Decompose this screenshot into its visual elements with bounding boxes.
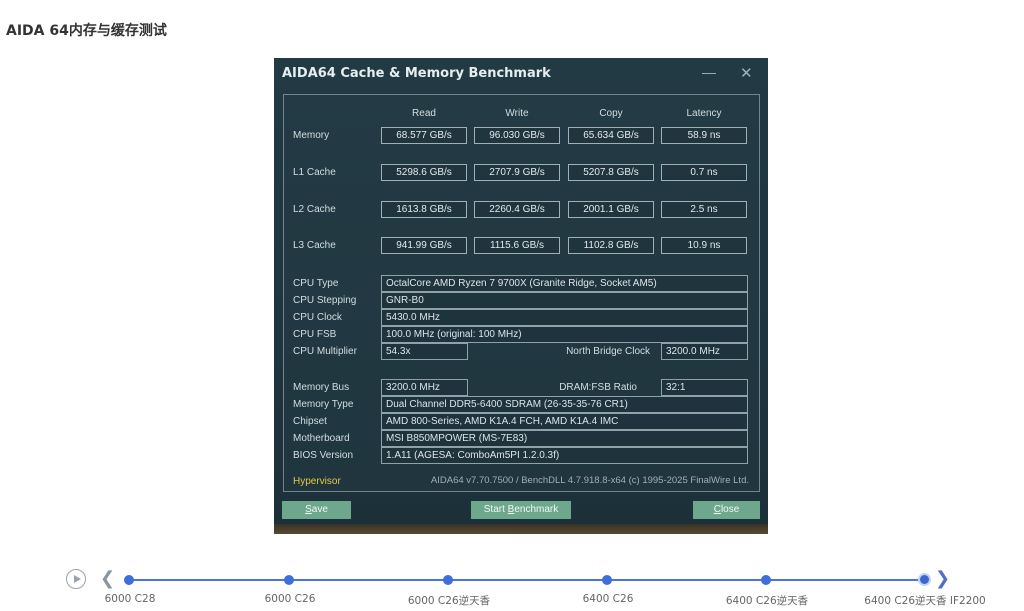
dram-fsb-ratio-label: DRAM:FSB Ratio — [559, 382, 637, 393]
memory-type-value: Dual Channel DDR5-6400 SDRAM (26-35-35-7… — [381, 396, 748, 413]
timeline-track — [128, 579, 926, 581]
row-label-l2-cache: L2 Cache — [293, 204, 336, 215]
chipset-label: Chipset — [293, 416, 327, 427]
timeline-label-3[interactable]: 6000 C26逆天香 — [408, 593, 490, 608]
l2-read-value: 1613.8 GB/s — [381, 201, 467, 218]
cpu-clock-label: CPU Clock — [293, 312, 342, 323]
memory-latency-value: 58.9 ns — [661, 127, 747, 144]
bios-version-label: BIOS Version — [293, 450, 354, 461]
timeline-label-4[interactable]: 6400 C26 — [583, 593, 634, 605]
start-label-prefix: Start — [483, 504, 508, 515]
timeline-dot-1[interactable] — [124, 575, 134, 585]
memory-write-value: 96.030 GB/s — [474, 127, 560, 144]
cpu-fsb-label: CPU FSB — [293, 329, 337, 340]
cpu-multiplier-label: CPU Multiplier — [293, 346, 357, 357]
memory-bus-value: 3200.0 MHz — [381, 379, 468, 396]
start-benchmark-button[interactable]: Start Benchmark — [471, 501, 571, 519]
hypervisor-label: Hypervisor — [293, 476, 341, 487]
l3-copy-value: 1102.8 GB/s — [568, 237, 654, 254]
column-header-write: Write — [505, 108, 529, 119]
close-mnemonic: C — [713, 504, 721, 515]
timeline-dot-5[interactable] — [761, 575, 771, 585]
window-title: AIDA64 Cache & Memory Benchmark — [282, 66, 551, 81]
close-button[interactable]: Close — [693, 501, 760, 519]
chevron-left-icon[interactable]: ❮ — [100, 568, 115, 589]
motherboard-value: MSI B850MPOWER (MS-7E83) — [381, 430, 748, 447]
version-copyright-text: AIDA64 v7.70.7500 / BenchDLL 4.7.918.8-x… — [430, 475, 749, 486]
save-label-rest: ave — [311, 504, 328, 515]
memory-bus-label: Memory Bus — [293, 382, 350, 393]
row-label-l1-cache: L1 Cache — [293, 167, 336, 178]
cpu-clock-value: 5430.0 MHz — [381, 309, 748, 326]
timeline-dot-6[interactable] — [918, 573, 931, 586]
timeline-dot-3[interactable] — [443, 575, 453, 585]
l1-write-value: 2707.9 GB/s — [474, 164, 560, 181]
timeline-label-5[interactable]: 6400 C26逆天香 — [726, 593, 808, 608]
l3-read-value: 941.99 GB/s — [381, 237, 467, 254]
cpu-stepping-value: GNR-B0 — [381, 292, 748, 309]
memory-copy-value: 65.634 GB/s — [568, 127, 654, 144]
cpu-multiplier-value: 54.3x — [381, 343, 468, 360]
l3-latency-value: 10.9 ns — [661, 237, 747, 254]
cpu-stepping-label: CPU Stepping — [293, 295, 357, 306]
l1-copy-value: 5207.8 GB/s — [568, 164, 654, 181]
row-label-memory: Memory — [293, 130, 330, 141]
memory-read-value: 68.577 GB/s — [381, 127, 467, 144]
bios-version-value: 1.A11 (AGESA: ComboAm5PI 1.2.0.3f) — [381, 447, 748, 464]
play-icon[interactable] — [66, 569, 86, 589]
l2-latency-value: 2.5 ns — [661, 201, 747, 218]
chevron-right-icon[interactable]: ❯ — [935, 568, 950, 589]
cpu-type-label: CPU Type — [293, 278, 339, 289]
north-bridge-clock-value: 3200.0 MHz — [661, 343, 748, 360]
column-header-latency: Latency — [686, 108, 722, 119]
motherboard-label: Motherboard — [293, 433, 350, 444]
row-label-l3-cache: L3 Cache — [293, 240, 336, 251]
minimize-icon[interactable]: — — [702, 64, 716, 80]
column-header-read: Read — [412, 108, 436, 119]
save-mnemonic: S — [305, 504, 312, 515]
timeline-dot-4[interactable] — [602, 575, 612, 585]
dram-fsb-ratio-value: 32:1 — [661, 379, 748, 396]
cpu-fsb-value: 100.0 MHz (original: 100 MHz) — [381, 326, 748, 343]
l2-write-value: 2260.4 GB/s — [474, 201, 560, 218]
window-titlebar: AIDA64 Cache & Memory Benchmark — ✕ — [274, 58, 768, 90]
benchmark-screenshot: AIDA64 Cache & Memory Benchmark — ✕ Read… — [274, 58, 768, 534]
column-header-copy: Copy — [599, 108, 623, 119]
timeline-dot-2[interactable] — [284, 575, 294, 585]
save-button[interactable]: Save — [282, 501, 351, 519]
north-bridge-clock-label: North Bridge Clock — [566, 346, 650, 357]
close-icon[interactable]: ✕ — [740, 64, 753, 82]
l2-copy-value: 2001.1 GB/s — [568, 201, 654, 218]
close-label-rest: lose — [720, 504, 740, 515]
timeline-label-6[interactable]: 6400 C26逆天香 IF2200 — [864, 593, 985, 608]
cpu-type-value: OctalCore AMD Ryzen 7 9700X (Granite Rid… — [381, 275, 748, 292]
start-label-rest: enchmark — [514, 504, 559, 515]
timeline-label-2[interactable]: 6000 C26 — [265, 593, 316, 605]
l1-latency-value: 0.7 ns — [661, 164, 747, 181]
timeline-label-1[interactable]: 6000 C28 — [105, 593, 156, 605]
chipset-value: AMD 800-Series, AMD K1A.4 FCH, AMD K1A.4… — [381, 413, 748, 430]
memory-type-label: Memory Type — [293, 399, 354, 410]
l1-read-value: 5298.6 GB/s — [381, 164, 467, 181]
l3-write-value: 1115.6 GB/s — [474, 237, 560, 254]
page-heading: AIDA 64内存与缓存测试 — [6, 23, 167, 39]
